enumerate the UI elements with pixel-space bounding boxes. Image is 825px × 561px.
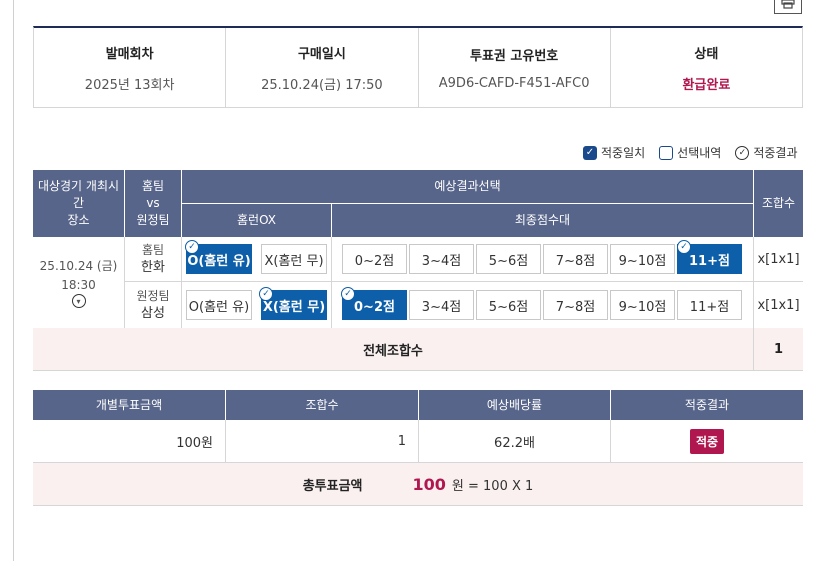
info-purchase-date-value: 25.10.24(금) 17:50 [261,77,383,93]
game-date: 25.10.24 (금) [39,259,118,273]
home-score-3-4-button[interactable]: 3~4점 [409,244,474,274]
hit-badge: 적중 [689,428,725,454]
info-round-label: 발매회차 [105,46,154,62]
away-score-7-8-button[interactable]: 7~8점 [543,290,608,320]
legend-hit-match-label: 적중일치 [601,146,646,160]
info-purchase-date: 구매일시 25.10.24(금) 17:50 [226,28,419,107]
away-ox-o-button[interactable]: O(홈런 유) [186,290,252,320]
row-divider [125,281,753,282]
team-cell-home: 홈팀 한화 [125,237,181,281]
hit-result-check-icon: ✓ [677,240,691,254]
check-circle-icon: ✓ [735,145,750,160]
total-bet-row: 총투표금액 100 원 = 100 X 1 [33,462,803,506]
ticket-info-table: 발매회차 2025년 13회차 구매일시 25.10.24(금) 17:50 투… [33,26,803,108]
home-score-9-10-button[interactable]: 9~10점 [610,244,675,274]
printer-icon [781,0,795,13]
header-home-vs-away: 홈팀 vs 원정팀 [125,170,181,237]
info-ticket-id-value: A9D6-CAFD-F451-AFC0 [438,75,590,91]
game-info-cell: 25.10.24 (금) 18:30 ▾ [33,237,124,328]
away-score-5-6-button[interactable]: 5~6점 [476,290,541,320]
combo-count-value: 1 [397,433,406,449]
legend-hit-match: ✓ 적중일치 [583,144,645,161]
total-combos-value: 1 [773,342,784,357]
location-pin-icon[interactable]: ▾ [71,294,86,308]
header-prediction: 예상결과선택 [182,170,753,203]
header-odds: 예상배당률 [419,390,610,420]
odds-value: 62.2배 [494,435,535,451]
header-bet-amount: 개별투표금액 [33,390,225,420]
checkbox-empty-icon [659,145,674,160]
total-bet-formula: 원 = 100 X 1 [451,478,534,494]
col-divider [181,237,182,328]
combo-cell-away: x[1x1] [757,297,800,313]
header-result: 적중결과 [611,390,803,420]
combo-cell-home: x[1x1] [757,251,800,267]
total-bet-amount: 100 [412,474,446,494]
hit-result-check-icon: ✓ [341,287,355,301]
info-round: 발매회차 2025년 13회차 [34,28,227,107]
hit-result-check-icon: ✓ [259,287,273,301]
print-button[interactable] [774,0,802,14]
legend-selection: 선택내역 [659,144,721,161]
bet-amount-value: 100원 [176,435,213,451]
checkbox-checked-icon: ✓ [583,145,597,160]
legend-selection-label: 선택내역 [677,146,722,160]
header-game-time-place: 대상경기 개최시간 장소 [33,170,124,237]
home-score-7-8-button[interactable]: 7~8점 [543,244,608,274]
info-ticket-id-label: 투표권 고유번호 [470,48,559,64]
legend: ✓ 적중일치 선택내역 ✓ 적중결과 [583,144,798,161]
hit-result-check-icon: ✓ [185,240,199,254]
header-combos: 조합수 [754,170,803,237]
header-combo-count: 조합수 [226,390,418,420]
total-combos-row: 전체조합수 1 [33,328,803,371]
team-cell-away: 원정팀 삼성 [125,282,181,328]
info-purchase-date-label: 구매일시 [297,46,346,62]
header-final-score: 최종점수대 [332,204,753,237]
info-status: 상태 환급완료 [611,28,802,107]
total-combos-label: 전체조합수 [363,344,423,359]
game-time: 18:30 [61,278,96,292]
header-homerun-ox: 홈런OX [182,204,331,237]
legend-hit-result: ✓ 적중결과 [735,144,798,161]
team-name-away: 삼성 [141,306,165,321]
team-name-home: 한화 [141,260,165,275]
info-status-value: 환급완료 [682,77,731,93]
result-cell: 적중 [611,420,803,462]
away-score-3-4-button[interactable]: 3~4점 [409,290,474,320]
page-left-border [13,0,14,561]
team-role-away: 원정팀 [136,289,170,303]
info-round-value: 2025년 13회차 [84,77,175,93]
team-role-home: 홈팀 [141,243,165,257]
away-score-9-10-button[interactable]: 9~10점 [610,290,675,320]
home-score-5-6-button[interactable]: 5~6점 [476,244,541,274]
total-bet-label: 총투표금액 [302,478,363,494]
away-score-11plus-button[interactable]: 11+점 [677,290,742,320]
legend-hit-result-label: 적중결과 [753,146,798,160]
home-ox-x-button[interactable]: X(홈런 무) [261,244,327,274]
home-score-0-2-button[interactable]: 0~2점 [342,244,407,274]
col-divider [331,237,332,328]
info-ticket-id: 투표권 고유번호 A9D6-CAFD-F451-AFC0 [419,28,611,107]
info-status-label: 상태 [694,46,719,62]
